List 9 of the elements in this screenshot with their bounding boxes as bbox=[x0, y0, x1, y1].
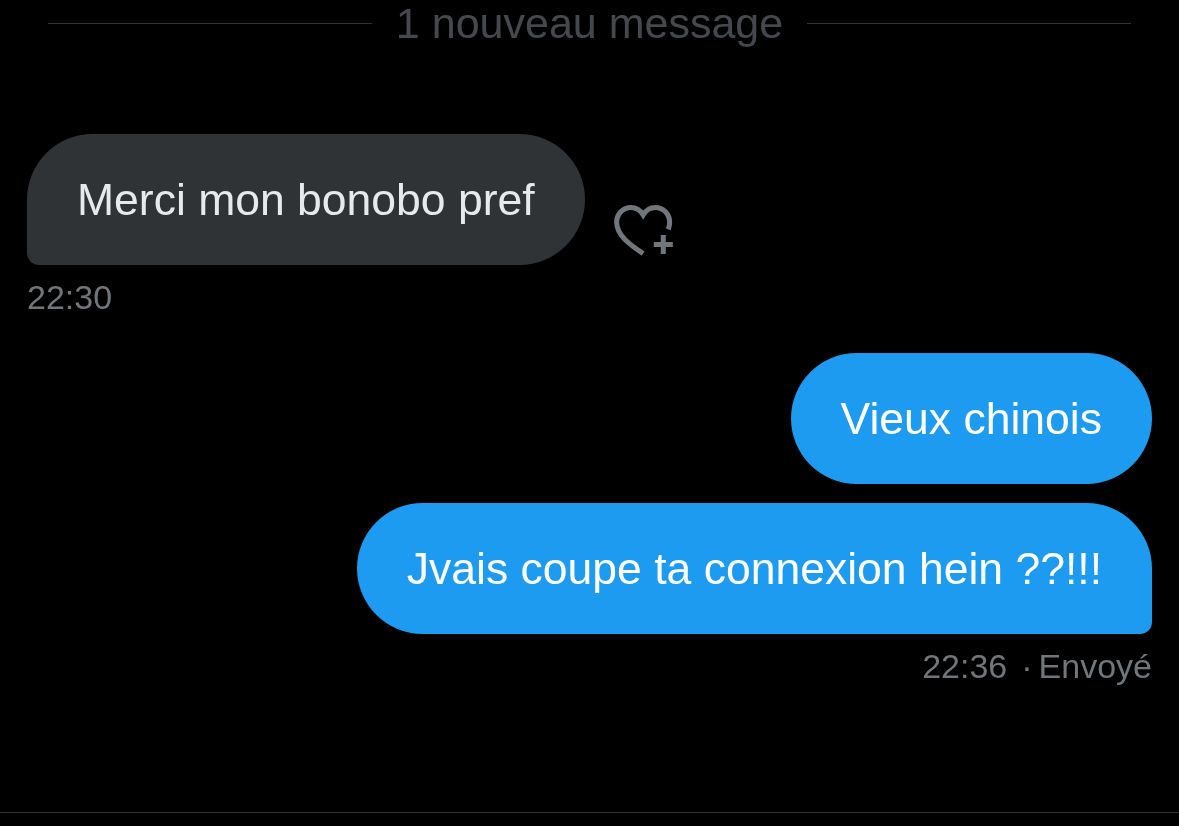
separator-dot: · bbox=[1021, 648, 1033, 684]
message-time: 22:36 bbox=[922, 648, 1008, 684]
new-messages-label: 1 nouveau message bbox=[395, 0, 784, 46]
sent-message-bubble: Jvais coupe ta connexion hein ??!!! bbox=[356, 503, 1152, 634]
received-message-bubble: Merci mon bonobo pref bbox=[27, 134, 585, 265]
delivery-status: Envoyé bbox=[1038, 648, 1152, 684]
heart-plus-icon[interactable] bbox=[613, 204, 676, 257]
message-time: 22:30 bbox=[27, 279, 113, 315]
sent-message-bubble: Vieux chinois bbox=[790, 353, 1152, 484]
